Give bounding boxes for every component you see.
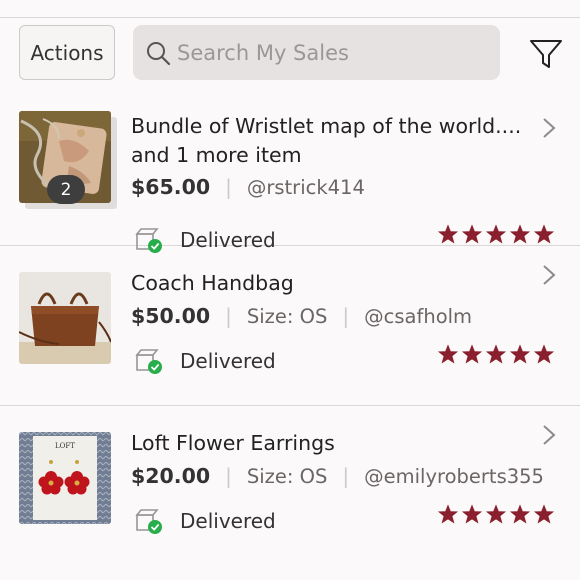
star-icon [485, 224, 507, 244]
buyer-username[interactable]: @emilyroberts355 [364, 465, 544, 488]
status-label: Delivered [180, 349, 276, 373]
chevron-right-icon[interactable] [540, 116, 558, 140]
star-icon [509, 504, 531, 524]
chevron-right-icon[interactable] [540, 263, 558, 287]
buyer-username[interactable]: @csafholm [364, 305, 472, 328]
item-title[interactable]: Loft Flower Earrings [131, 429, 531, 458]
star-icon [461, 344, 483, 364]
sale-row[interactable]: 2 Bundle of Wristlet map of the world...… [0, 86, 580, 253]
actions-button[interactable]: Actions [19, 25, 115, 80]
chevron-right-icon[interactable] [540, 423, 558, 447]
delivery-status: Delivered [134, 347, 276, 375]
star-icon [437, 504, 459, 524]
top-strip [0, 0, 580, 18]
star-icon [437, 344, 459, 364]
item-thumbnail[interactable]: LOFT [19, 432, 111, 524]
search-icon [147, 41, 171, 65]
meta-divider: | [342, 464, 350, 488]
star-icon [533, 344, 555, 364]
status-label: Delivered [180, 509, 276, 533]
meta-divider: | [342, 304, 350, 328]
rating-stars [437, 503, 555, 525]
toolbar: Actions [0, 18, 580, 86]
sale-row[interactable]: LOFT Loft Flower Earrings $20.00 | Size:… [0, 406, 580, 566]
item-price: $20.00 [131, 464, 211, 488]
meta-divider: | [225, 304, 232, 328]
search-input[interactable] [177, 40, 487, 65]
star-icon [437, 224, 459, 244]
item-thumbnail[interactable]: 2 [19, 111, 117, 209]
svg-text:LOFT: LOFT [55, 442, 75, 450]
meta-divider: | [225, 464, 232, 488]
item-thumbnail[interactable] [19, 272, 111, 364]
handbag-photo [19, 272, 111, 364]
star-icon [461, 224, 483, 244]
earrings-photo: LOFT [19, 432, 111, 524]
buyer-username[interactable]: @rstrick414 [247, 176, 365, 199]
star-icon [509, 224, 531, 244]
item-size: Size: OS [246, 304, 328, 328]
meta-divider: | [225, 175, 232, 199]
sale-row[interactable]: Coach Handbag $50.00 | Size: OS | @csafh… [0, 246, 580, 406]
star-icon [485, 504, 507, 524]
delivery-status: Delivered [134, 507, 276, 535]
star-icon [533, 224, 555, 244]
delivered-box-icon [135, 509, 162, 534]
search-bar[interactable] [133, 25, 500, 80]
item-price: $50.00 [131, 304, 211, 328]
item-meta: $65.00 | @rstrick414 [131, 175, 365, 199]
star-icon [461, 504, 483, 524]
delivered-box-icon [135, 349, 162, 374]
star-icon [509, 344, 531, 364]
item-meta: $50.00 | Size: OS | @csafholm [131, 304, 472, 328]
item-title[interactable]: Coach Handbag [131, 269, 531, 298]
sales-list: 2 Bundle of Wristlet map of the world...… [0, 86, 580, 566]
item-size: Size: OS [246, 464, 328, 488]
item-meta: $20.00 | Size: OS | @emilyroberts355 [131, 464, 544, 488]
filter-icon[interactable] [528, 36, 564, 72]
rating-stars [437, 343, 555, 365]
star-icon [533, 504, 555, 524]
item-title[interactable]: Bundle of Wristlet map of the world.... … [131, 112, 531, 170]
rating-stars [437, 223, 555, 245]
star-icon [485, 344, 507, 364]
item-price: $65.00 [131, 175, 211, 199]
bundle-count-badge: 2 [47, 175, 85, 204]
